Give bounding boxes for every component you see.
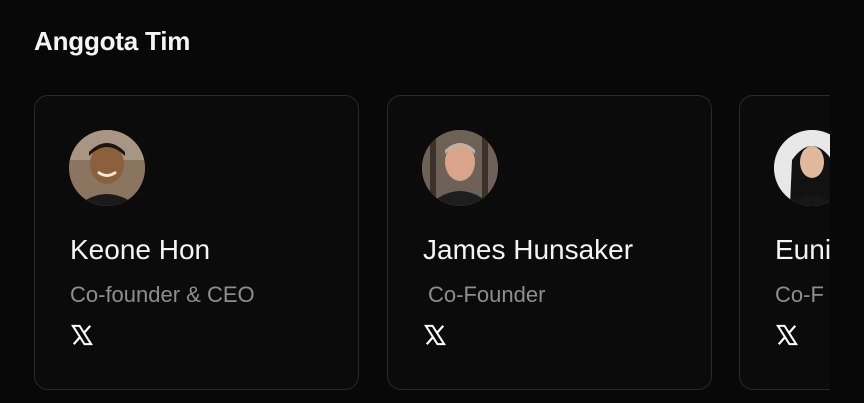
team-member-card: Euni Co-F: [739, 95, 830, 390]
x-profile-link[interactable]: [776, 324, 800, 348]
team-section: Anggota Tim Keone Hon Co-founder & CEO J…: [0, 0, 864, 403]
avatar-photo-euni: [774, 130, 830, 206]
member-role: Co-Founder: [428, 282, 546, 307]
x-logo-icon: [776, 324, 798, 346]
team-member-card: James Hunsaker Co-Founder: [387, 95, 712, 390]
section-title: Anggota Tim: [34, 26, 191, 56]
avatar-photo-james: [422, 130, 498, 206]
avatar-photo-keone: [69, 130, 145, 206]
avatar: [69, 130, 145, 206]
team-member-card: Keone Hon Co-founder & CEO: [34, 95, 359, 390]
x-profile-link[interactable]: [424, 324, 448, 348]
member-name: Keone Hon: [70, 234, 211, 265]
member-name: James Hunsaker: [423, 234, 634, 265]
avatar: [422, 130, 498, 206]
team-carousel[interactable]: Keone Hon Co-founder & CEO James Hunsake…: [0, 95, 830, 392]
x-logo-icon: [71, 324, 93, 346]
member-name: Euni: [775, 234, 830, 265]
x-profile-link[interactable]: [71, 324, 95, 348]
x-logo-icon: [424, 324, 446, 346]
member-role: Co-F: [775, 282, 824, 307]
member-role: Co-founder & CEO: [70, 282, 255, 307]
avatar: [774, 130, 830, 206]
